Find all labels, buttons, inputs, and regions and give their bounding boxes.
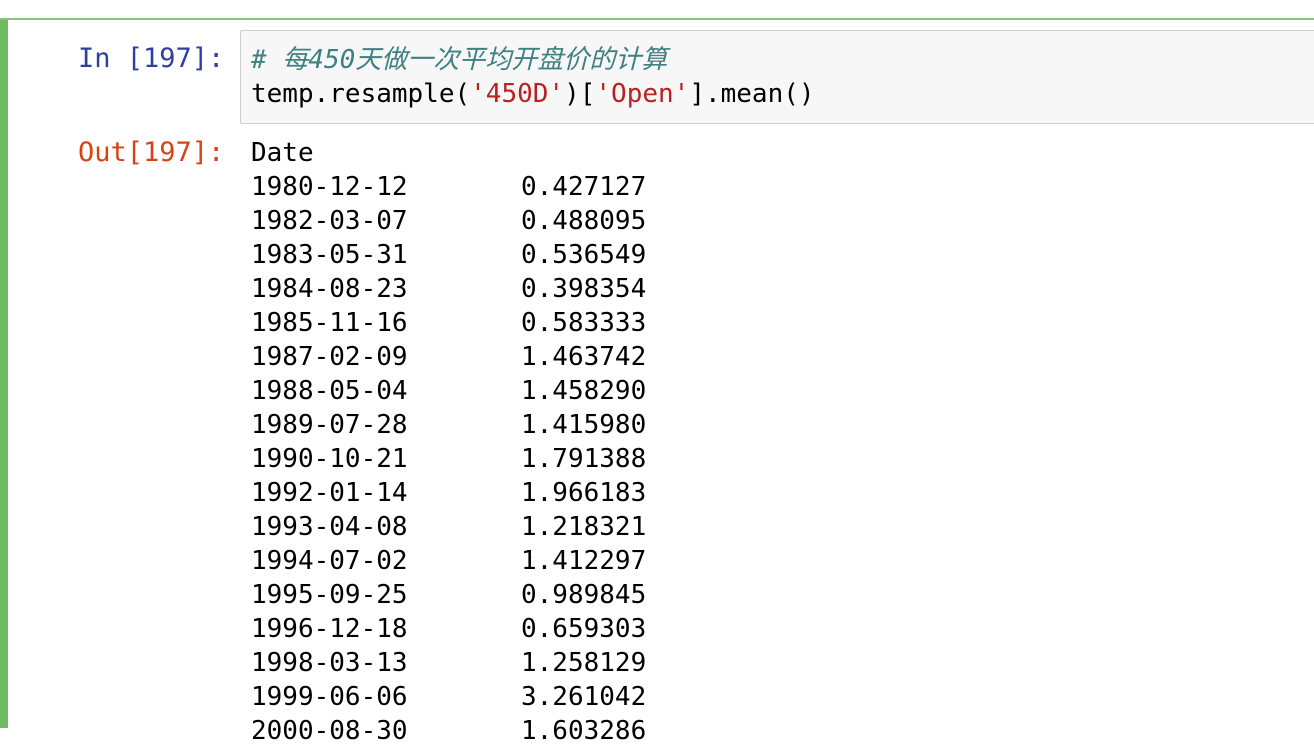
row-value: 1.791388: [521, 444, 647, 474]
code-token: ].mean(): [689, 79, 815, 109]
output-row: 1983-05-31 0.536549: [251, 238, 646, 272]
row-value: 0.427127: [521, 172, 647, 202]
row-value: 1.218321: [521, 512, 647, 542]
row-date: 1988-05-04: [251, 376, 408, 406]
output-index-name: Date: [251, 138, 314, 168]
output-row: 1994-07-02 1.412297: [251, 544, 646, 578]
output-area: Date 1980-12-12 0.427127 1982-03-07 0.48809…: [251, 136, 646, 748]
output-row: 1995-09-25 0.989845: [251, 578, 646, 612]
row-date: 1983-05-31: [251, 240, 408, 270]
row-date: 1993-04-08: [251, 512, 408, 542]
code-token: temp.resample(: [251, 79, 471, 109]
row-value: 1.258129: [521, 648, 647, 678]
output-row: 1982-03-07 0.488095: [251, 204, 646, 238]
cell-selected-indicator: [0, 20, 8, 728]
output-row: 2000-08-30 1.603286: [251, 714, 646, 748]
row-value: 1.458290: [521, 376, 647, 406]
row-value: 1.412297: [521, 546, 647, 576]
previous-cell-border: [0, 0, 1314, 20]
code-string: 'Open': [595, 79, 690, 109]
output-row: 1984-08-23 0.398354: [251, 272, 646, 306]
row-value: 1.463742: [521, 342, 647, 372]
row-date: 2000-08-30: [251, 716, 408, 746]
code-editor[interactable]: # 每450天做一次平均开盘价的计算 temp.resample('450D')…: [240, 30, 1314, 124]
output-prompt: Out[197]:: [78, 137, 225, 168]
row-date: 1992-01-14: [251, 478, 408, 508]
output-row: 1996-12-18 0.659303: [251, 612, 646, 646]
output-row: 1987-02-09 1.463742: [251, 340, 646, 374]
code-token: )[: [564, 79, 596, 109]
output-row: 1990-10-21 1.791388: [251, 442, 646, 476]
row-value: 0.989845: [521, 580, 647, 610]
output-row: 1980-12-12 0.427127: [251, 170, 646, 204]
row-value: 0.488095: [521, 206, 647, 236]
row-value: 0.659303: [521, 614, 647, 644]
row-date: 1994-07-02: [251, 546, 408, 576]
code-string: '450D': [470, 79, 565, 109]
output-row: 1988-05-04 1.458290: [251, 374, 646, 408]
row-value: 3.261042: [521, 682, 647, 712]
row-date: 1982-03-07: [251, 206, 408, 236]
row-date: 1984-08-23: [251, 274, 408, 304]
row-date: 1987-02-09: [251, 342, 408, 372]
output-row: 1985-11-16 0.583333: [251, 306, 646, 340]
row-date: 1990-10-21: [251, 444, 408, 474]
row-date: 1996-12-18: [251, 614, 408, 644]
row-value: 0.398354: [521, 274, 647, 304]
row-value: 1.415980: [521, 410, 647, 440]
output-row: 1992-01-14 1.966183: [251, 476, 646, 510]
row-value: 0.536549: [521, 240, 647, 270]
code-line-1: # 每450天做一次平均开盘价的计算: [251, 43, 667, 77]
code-line-2: temp.resample('450D')['Open'].mean(): [251, 77, 815, 111]
row-date: 1999-06-06: [251, 682, 408, 712]
row-value: 0.583333: [521, 308, 647, 338]
row-date: 1980-12-12: [251, 172, 408, 202]
input-prompt: In [197]:: [78, 43, 225, 74]
row-date: 1989-07-28: [251, 410, 408, 440]
notebook-cell[interactable]: In [197]: # 每450天做一次平均开盘价的计算 temp.resamp…: [0, 20, 1314, 746]
row-date: 1998-03-13: [251, 648, 408, 678]
output-row: 1998-03-13 1.258129: [251, 646, 646, 680]
row-value: 1.603286: [521, 716, 647, 746]
output-row: 1999-06-06 3.261042: [251, 680, 646, 714]
code-comment: # 每450天做一次平均开盘价的计算: [251, 45, 668, 75]
output-row: 1989-07-28 1.415980: [251, 408, 646, 442]
row-date: 1995-09-25: [251, 580, 408, 610]
output-row: 1993-04-08 1.218321: [251, 510, 646, 544]
row-date: 1985-11-16: [251, 308, 408, 338]
row-value: 1.966183: [521, 478, 647, 508]
output-rows: 1980-12-12 0.427127 1982-03-07 0.488095 1983…: [251, 170, 646, 748]
